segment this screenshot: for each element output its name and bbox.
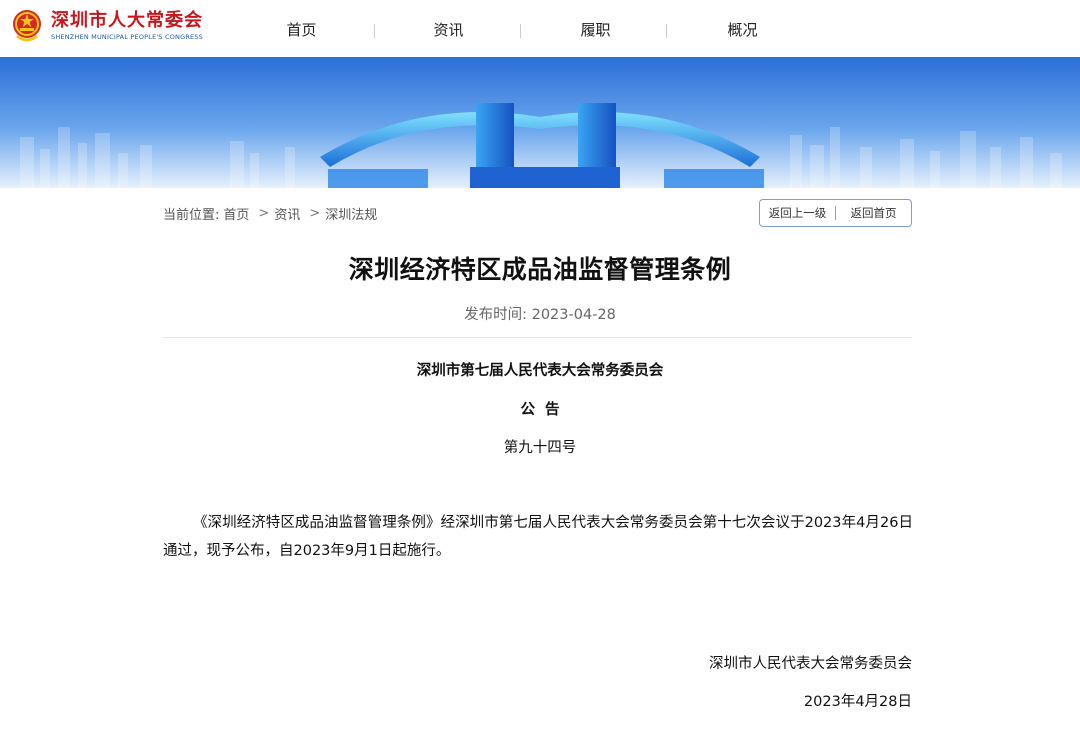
- main-nav: 首页 资讯 履职 概况: [228, 18, 816, 42]
- breadcrumb-separator: >: [309, 206, 321, 221]
- site-logo[interactable]: 深圳市人大常委会 SHENZHEN MUNICIPAL PEOPLE'S CON…: [11, 8, 203, 44]
- logo-title: 深圳市人大常委会: [51, 10, 203, 31]
- breadcrumb-label: 当前位置:: [163, 208, 220, 223]
- signature-org: 深圳市人民代表大会常务委员会: [709, 656, 912, 672]
- publish-date: 发布时间: 2023-04-28: [464, 307, 616, 323]
- notice-heading: 公 告: [520, 402, 560, 418]
- nav-duties[interactable]: 履职: [522, 18, 669, 42]
- back-up-button[interactable]: 返回上一级: [760, 200, 835, 226]
- breadcrumb-home[interactable]: 首页: [223, 204, 249, 223]
- breadcrumb-news[interactable]: 资讯: [274, 204, 300, 223]
- article-title: 深圳经济特区成品油监督管理条例: [348, 255, 732, 284]
- nav-divider: [520, 24, 521, 38]
- signature-date: 2023年4月28日: [803, 694, 912, 710]
- national-emblem-icon: [11, 8, 43, 44]
- nav-home[interactable]: 首页: [228, 18, 375, 42]
- hero-banner: [0, 57, 1080, 188]
- notice-number: 第九十四号: [503, 440, 577, 456]
- back-button-group: 返回上一级 返回首页: [759, 199, 912, 227]
- nav-overview[interactable]: 概况: [669, 18, 816, 42]
- breadcrumb-current[interactable]: 深圳法规: [325, 204, 377, 223]
- site-header: 深圳市人大常委会 SHENZHEN MUNICIPAL PEOPLE'S CON…: [0, 0, 1080, 57]
- breadcrumb: 当前位置: 首页 > 资讯 > 深圳法规: [163, 204, 381, 223]
- back-home-button[interactable]: 返回首页: [836, 200, 911, 226]
- nav-news[interactable]: 资讯: [375, 18, 522, 42]
- nav-divider: [374, 24, 375, 38]
- nav-divider: [666, 24, 667, 38]
- title-divider: [163, 337, 912, 338]
- article-body: 《深圳经济特区成品油监督管理条例》经深圳市第七届人民代表大会常务委员会第十七次会…: [163, 515, 913, 559]
- logo-subtitle: SHENZHEN MUNICIPAL PEOPLE'S CONGRESS: [51, 33, 203, 41]
- issuing-org: 深圳市第七届人民代表大会常务委员会: [416, 363, 664, 379]
- breadcrumb-separator: >: [258, 206, 270, 221]
